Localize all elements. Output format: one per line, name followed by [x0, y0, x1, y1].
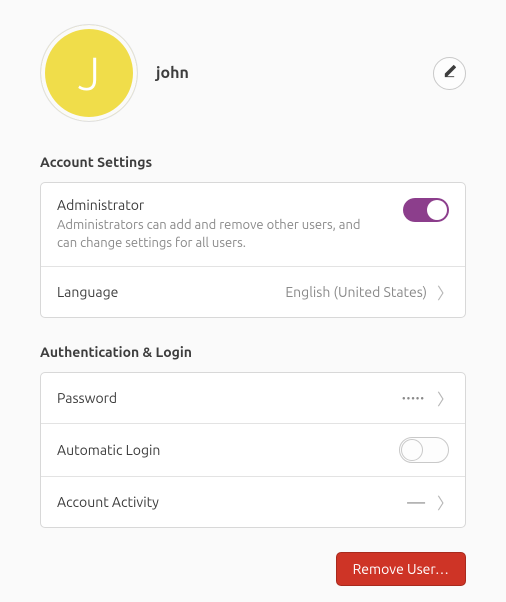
chevron-right-icon: 〉	[437, 490, 449, 514]
chevron-right-icon: 〉	[437, 280, 449, 304]
chevron-right-icon: 〉	[437, 386, 449, 410]
password-label: Password	[57, 390, 402, 406]
administrator-description: Administrators can add and remove other …	[57, 217, 377, 252]
automatic-login-row: Automatic Login	[41, 424, 465, 477]
auth-panel: Password ••••• 〉 Automatic Login Account…	[40, 372, 466, 528]
language-value: English (United States)	[285, 284, 427, 300]
password-value: •••••	[402, 393, 425, 404]
avatar-letter: J	[78, 50, 100, 96]
language-label: Language	[57, 284, 285, 300]
pencil-icon	[442, 64, 457, 82]
profile-header: J john	[40, 24, 466, 122]
account-activity-row[interactable]: Account Activity — 〉	[41, 477, 465, 527]
section-title-auth: Authentication & Login	[40, 344, 466, 360]
footer-actions: Remove User…	[336, 552, 466, 586]
administrator-row: Administrator Administrators can add and…	[41, 183, 465, 267]
account-settings-panel: Administrator Administrators can add and…	[40, 182, 466, 318]
account-activity-label: Account Activity	[57, 494, 407, 510]
avatar[interactable]: J	[40, 24, 138, 122]
automatic-login-toggle[interactable]	[399, 437, 449, 463]
remove-user-button[interactable]: Remove User…	[336, 552, 466, 586]
username-label: john	[156, 64, 433, 82]
edit-profile-button[interactable]	[433, 57, 466, 90]
administrator-label: Administrator	[57, 197, 403, 213]
administrator-toggle[interactable]	[403, 198, 449, 222]
account-activity-value: —	[407, 493, 425, 511]
language-row[interactable]: Language English (United States) 〉	[41, 267, 465, 317]
automatic-login-label: Automatic Login	[57, 442, 399, 458]
password-row[interactable]: Password ••••• 〉	[41, 373, 465, 424]
section-title-account: Account Settings	[40, 154, 466, 170]
